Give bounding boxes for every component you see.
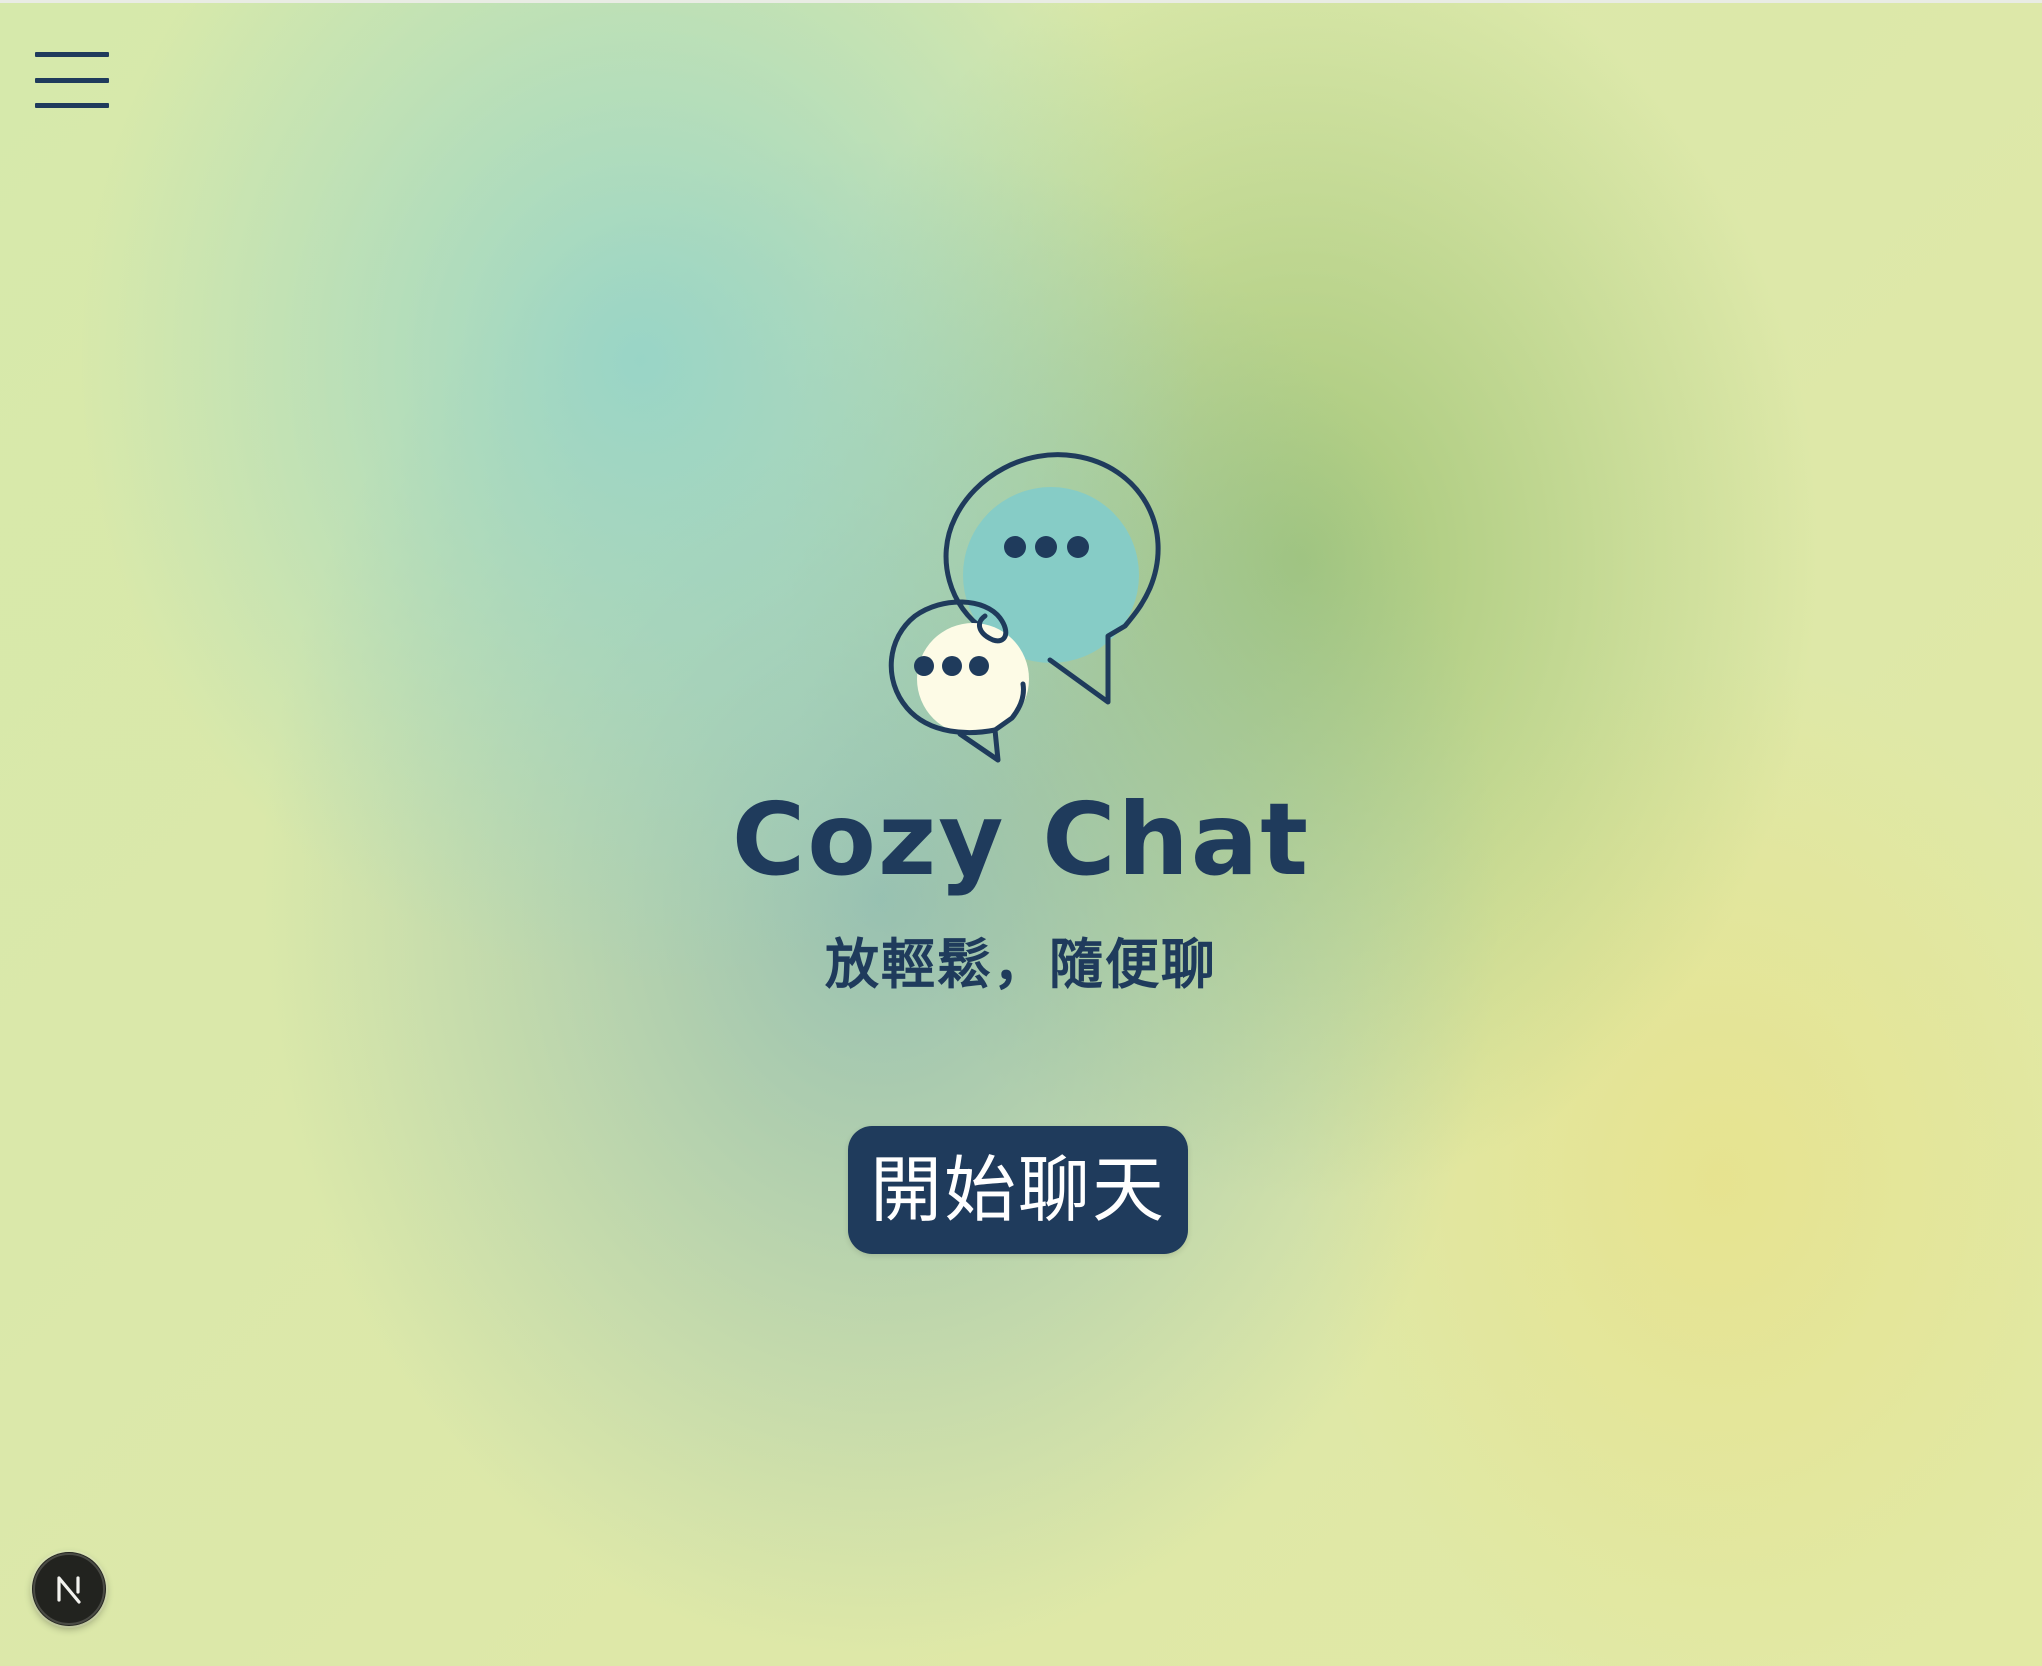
- nextjs-dev-badge[interactable]: [32, 1552, 106, 1626]
- large-bubble-dot-2: [1035, 536, 1057, 558]
- large-bubble-dot-1: [1004, 536, 1026, 558]
- start-chat-button[interactable]: 開始聊天: [848, 1126, 1188, 1254]
- small-bubble-dot-3: [969, 656, 989, 676]
- chat-bubbles-icon: [875, 438, 1175, 768]
- small-bubble-dot-1: [914, 656, 934, 676]
- app-tagline: 放輕鬆，隨便聊: [825, 933, 1217, 996]
- small-bubble-dot-2: [942, 656, 962, 676]
- app-title: Cozy Chat: [731, 781, 1311, 898]
- hero-section: Cozy Chat 放輕鬆，隨便聊 開始聊天: [0, 0, 2042, 1666]
- large-bubble-dot-3: [1067, 536, 1089, 558]
